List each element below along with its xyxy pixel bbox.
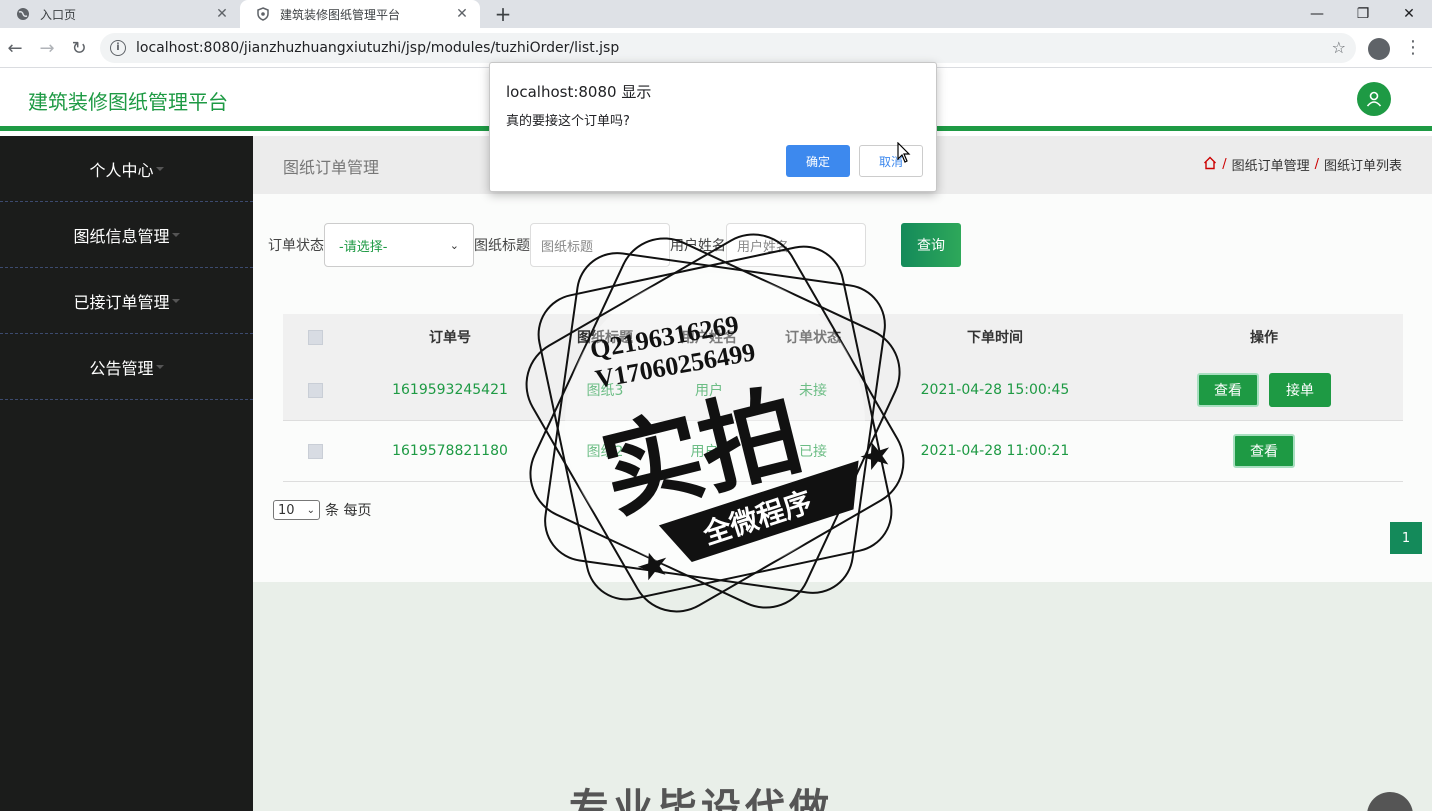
brand-title: 建筑装修图纸管理平台 (28, 90, 228, 114)
accept-order-button[interactable]: 接单 (1269, 373, 1331, 407)
tab-title: 建筑装修图纸管理平台 (280, 7, 401, 22)
column-header: 下单时间 (967, 330, 1023, 346)
reload-icon[interactable]: ↻ (67, 36, 91, 60)
caret-down-icon (171, 298, 180, 303)
order-time: 2021-04-28 15:00:45 (920, 382, 1070, 398)
page-size-control: 10 ⌄ 条 每页 (273, 500, 371, 520)
order-status: 已接 (799, 444, 827, 460)
order-time: 2021-04-28 11:00:21 (920, 443, 1070, 459)
order-number: 1619593245421 (392, 382, 508, 398)
column-header: 订单号 (429, 330, 471, 346)
sidebar-item-label: 图纸信息管理 (73, 226, 170, 246)
order-number: 1619578821180 (392, 443, 508, 459)
sidebar: 个人中心 图纸信息管理 已接订单管理 公告管理 (0, 136, 253, 811)
sidebar-item-label: 公告管理 (89, 358, 154, 378)
forward-icon[interactable]: → (35, 36, 59, 60)
cancel-button[interactable]: 取消 (859, 145, 923, 177)
caret-down-icon (171, 232, 180, 237)
bookmark-star-icon[interactable]: ☆ (1332, 38, 1346, 57)
table-row: 1619593245421 图纸3 用户 未接 2021-04-28 15:00… (283, 360, 1403, 421)
view-button[interactable]: 查看 (1233, 434, 1295, 468)
globe-icon (16, 7, 30, 21)
column-header: 操作 (1250, 330, 1278, 346)
row-checkbox[interactable] (307, 443, 323, 459)
browser-tab-platform[interactable]: 建筑装修图纸管理平台 ✕ (240, 0, 480, 28)
order-status: 未接 (799, 383, 827, 399)
info-icon[interactable]: i (110, 40, 126, 56)
sidebar-item-accepted-orders[interactable]: 已接订单管理 (0, 268, 253, 334)
close-icon[interactable]: ✕ (454, 6, 470, 22)
page-size-suffix: 条 每页 (325, 503, 372, 519)
shield-icon (256, 7, 270, 21)
footer-banner-text: 专业毕设代做 (569, 786, 833, 811)
restore-icon[interactable]: ❐ (1340, 0, 1386, 28)
sidebar-item-personal-center[interactable]: 个人中心 (0, 136, 253, 202)
user-label: 用户姓名 (670, 238, 726, 254)
chevron-down-icon: ⌄ (449, 238, 459, 252)
sidebar-item-label: 个人中心 (89, 160, 154, 180)
confirm-button[interactable]: 确定 (786, 145, 850, 177)
column-header: 用户姓名 (681, 330, 737, 346)
caret-down-icon (155, 166, 164, 171)
user-input[interactable]: 用户姓名 (726, 223, 866, 267)
sidebar-item-label: 已接订单管理 (73, 292, 170, 312)
column-header: 订单状态 (785, 330, 841, 346)
status-label: 订单状态 (268, 238, 324, 254)
url-field[interactable]: i localhost:8080/jianzhuzhuangxiutuzhi/j… (100, 33, 1356, 63)
table-header: 订单号 图纸标题 用户姓名 订单状态 下单时间 操作 (283, 314, 1403, 360)
sidebar-item-announcements[interactable]: 公告管理 (0, 334, 253, 400)
mouse-cursor-icon (897, 142, 911, 163)
column-header: 图纸标题 (577, 330, 633, 346)
new-tab-icon[interactable]: + (492, 3, 514, 25)
orders-table: 订单号 图纸标题 用户姓名 订单状态 下单时间 操作 1619593245421… (283, 314, 1403, 482)
title-input[interactable]: 图纸标题 (530, 223, 670, 267)
page-number-button[interactable]: 1 (1390, 522, 1422, 554)
caret-down-icon (155, 364, 164, 369)
query-button[interactable]: 查询 (901, 223, 961, 267)
minimize-icon[interactable]: — (1294, 0, 1340, 28)
browser-tab-entry[interactable]: 入口页 ✕ (0, 0, 240, 28)
browser-menu-icon[interactable]: ⋮ (1404, 36, 1422, 60)
status-select[interactable]: -请选择- ⌄ (324, 223, 474, 267)
profile-icon[interactable] (1368, 38, 1390, 60)
select-all-checkbox[interactable] (307, 329, 323, 345)
url-text: localhost:8080/jianzhuzhuangxiutuzhi/jsp… (136, 40, 620, 56)
main-area: 图纸订单管理 / 图纸订单管理 / 图纸订单列表 订单状态 -请选择- ⌄ 图纸… (253, 136, 1432, 811)
close-icon[interactable]: ✕ (214, 6, 230, 22)
row-checkbox[interactable] (307, 382, 323, 398)
user-icon[interactable] (1357, 82, 1391, 116)
content-panel: 订单状态 -请选择- ⌄ 图纸标题 图纸标题 用户姓名 用户姓名 查询 订单号 … (253, 194, 1432, 582)
dialog-title: localhost:8080 显示 (506, 83, 652, 101)
window-close-icon[interactable]: ✕ (1386, 0, 1432, 28)
browser-tab-bar: 入口页 ✕ 建筑装修图纸管理平台 ✕ + — ❐ ✕ (0, 0, 1432, 28)
breadcrumb-item[interactable]: 图纸订单管理 (1232, 155, 1310, 174)
back-icon[interactable]: ← (3, 36, 27, 60)
search-form: 订单状态 -请选择- ⌄ 图纸标题 图纸标题 用户姓名 用户姓名 查询 (268, 223, 961, 267)
view-button[interactable]: 查看 (1197, 373, 1259, 407)
tab-title: 入口页 (40, 7, 77, 22)
back-to-top-icon[interactable] (1367, 792, 1413, 811)
dialog-message: 真的要接这个订单吗? (506, 114, 630, 129)
page-size-select[interactable]: 10 ⌄ (273, 500, 320, 520)
user-name: 用户1 (690, 444, 728, 460)
user-name: 用户 (695, 383, 723, 399)
drawing-title: 图纸2 (586, 444, 624, 460)
title-label: 图纸标题 (474, 238, 530, 254)
chevron-down-icon: ⌄ (306, 504, 315, 516)
page-title: 图纸订单管理 (283, 158, 380, 177)
breadcrumb-item: 图纸订单列表 (1323, 159, 1402, 174)
sidebar-item-drawing-info[interactable]: 图纸信息管理 (0, 202, 253, 268)
drawing-title: 图纸3 (586, 383, 624, 399)
breadcrumb: / 图纸订单管理 / 图纸订单列表 (1203, 155, 1402, 174)
confirm-dialog: localhost:8080 显示 真的要接这个订单吗? 确定 取消 (489, 62, 937, 192)
table-row: 1619578821180 图纸2 用户1 已接 2021-04-28 11:0… (283, 421, 1403, 482)
home-icon[interactable] (1203, 156, 1217, 174)
